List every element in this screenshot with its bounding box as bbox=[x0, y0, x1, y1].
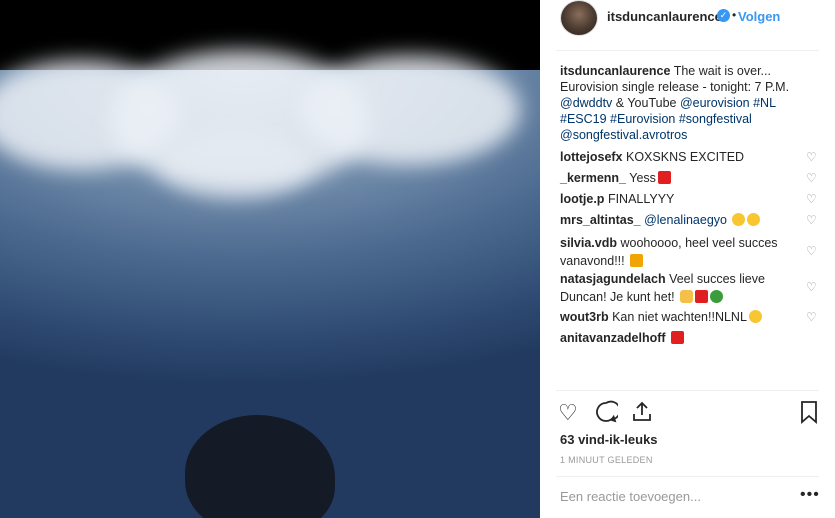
post-sidebar: itsduncanlaurence ✓ • Volgen itsduncanla… bbox=[540, 0, 835, 518]
like-comment-icon[interactable]: ♡ bbox=[806, 245, 817, 257]
divider bbox=[556, 390, 819, 391]
like-count[interactable]: 63 vind-ik-leuks bbox=[560, 432, 658, 447]
party-popper-emoji-icon bbox=[630, 254, 644, 267]
red-heart-emoji-icon bbox=[695, 290, 709, 303]
more-options-icon[interactable]: ••• bbox=[800, 486, 820, 504]
comment-item: anitavanzadelhoff bbox=[560, 329, 810, 347]
heart-eyes-emoji-icon bbox=[732, 213, 746, 226]
comment-text: KOXSKNS EXCITED bbox=[626, 150, 745, 164]
post-timestamp: 1 MINUUT GELEDEN bbox=[560, 455, 653, 465]
photo-image bbox=[0, 50, 540, 518]
like-comment-icon[interactable]: ♡ bbox=[806, 281, 817, 293]
folded-hands-emoji-icon bbox=[680, 290, 694, 303]
share-icon[interactable] bbox=[630, 400, 654, 430]
comment-icon[interactable] bbox=[594, 400, 621, 430]
comment-username[interactable]: anitavanzadelhoff bbox=[560, 331, 666, 345]
cloud-shape bbox=[300, 55, 520, 165]
separator-dot: • bbox=[732, 8, 737, 22]
divider bbox=[556, 50, 819, 51]
portrait-head bbox=[185, 415, 335, 518]
comment-text: Yess bbox=[629, 171, 656, 185]
like-comment-icon[interactable]: ♡ bbox=[806, 193, 817, 205]
caption-hashtag[interactable]: #songfestival bbox=[679, 112, 752, 126]
like-comment-icon[interactable]: ♡ bbox=[806, 151, 817, 163]
caption-hashtag[interactable]: #ESC19 bbox=[560, 112, 607, 126]
caption-mention[interactable]: @songfestival.avrotros bbox=[560, 128, 687, 142]
caption-text: & YouTube bbox=[612, 96, 680, 110]
post-photo[interactable] bbox=[0, 0, 540, 518]
red-heart-emoji-icon bbox=[657, 171, 671, 184]
comment-username[interactable]: _kermenn_ bbox=[560, 171, 626, 185]
post-header: itsduncanlaurence ✓ • Volgen bbox=[540, 0, 835, 50]
car-emoji-icon bbox=[710, 290, 724, 303]
red-heart-emoji-icon bbox=[671, 331, 685, 344]
caption-hashtag[interactable]: #Eurovision bbox=[610, 112, 675, 126]
heart-icon[interactable]: ♡ bbox=[558, 400, 578, 426]
comment-text: Kan niet wachten!!NLNL bbox=[612, 310, 747, 324]
bookmark-icon[interactable] bbox=[798, 400, 820, 430]
like-comment-icon[interactable]: ♡ bbox=[806, 172, 817, 184]
comment-item: lottejosefx KOXSKNS EXCITED bbox=[560, 148, 810, 166]
comment-item: natasjagundelach Veel succes lieve Dunca… bbox=[560, 270, 810, 306]
like-comment-icon[interactable]: ♡ bbox=[806, 311, 817, 323]
comment-item: lootje.p FINALLYYY bbox=[560, 190, 810, 208]
caption-mention[interactable]: @dwddtv bbox=[560, 96, 612, 110]
header-username[interactable]: itsduncanlaurence bbox=[607, 9, 722, 24]
comment-username[interactable]: lottejosefx bbox=[560, 150, 623, 164]
heart-eyes-emoji-icon bbox=[747, 213, 761, 226]
follow-button[interactable]: Volgen bbox=[738, 9, 780, 24]
comment-item: _kermenn_ Yess bbox=[560, 169, 810, 187]
comment-username[interactable]: wout3rb bbox=[560, 310, 609, 324]
comment-username[interactable]: mrs_altintas_ bbox=[560, 213, 641, 227]
comment-input[interactable]: Een reactie toevoegen... bbox=[560, 489, 701, 504]
caption-username[interactable]: itsduncanlaurence bbox=[560, 64, 670, 78]
comment-item: wout3rb Kan niet wachten!!NLNL bbox=[560, 308, 810, 326]
comment-mention[interactable]: @lenalinaegyo bbox=[644, 213, 727, 227]
comment-username[interactable]: natasjagundelach bbox=[560, 272, 666, 286]
grimacing-emoji-icon bbox=[748, 310, 762, 323]
comment-username[interactable]: lootje.p bbox=[560, 192, 604, 206]
cloud-shape bbox=[160, 130, 310, 200]
comment-username[interactable]: silvia.vdb bbox=[560, 236, 617, 250]
caption: itsduncanlaurence The wait is over... Eu… bbox=[560, 63, 810, 143]
caption-mention[interactable]: @eurovision bbox=[680, 96, 750, 110]
action-bar: ♡ bbox=[540, 400, 835, 430]
comment-item: mrs_altintas_ @lenalinaegyo bbox=[560, 211, 810, 229]
comment-text: FINALLYYY bbox=[607, 192, 675, 206]
like-comment-icon[interactable]: ♡ bbox=[806, 214, 817, 226]
avatar[interactable] bbox=[560, 0, 598, 36]
caption-hashtag[interactable]: #NL bbox=[753, 96, 775, 110]
comment-item: silvia.vdb woohoooo, heel veel succes va… bbox=[560, 234, 810, 270]
verified-icon: ✓ bbox=[717, 9, 730, 22]
divider bbox=[556, 476, 819, 477]
